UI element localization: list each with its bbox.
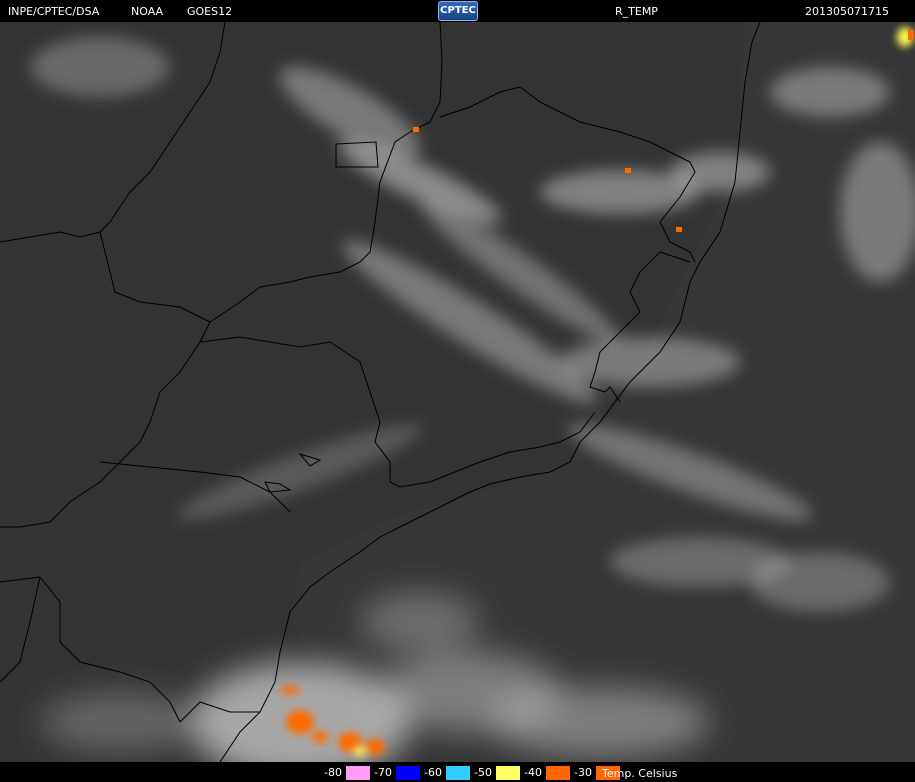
legend-swatch — [546, 766, 570, 780]
legend-swatch — [346, 766, 370, 780]
cptec-logo: CPTEC — [438, 1, 478, 21]
satellite-image — [0, 22, 915, 762]
legend-swatch — [446, 766, 470, 780]
legend-swatch — [396, 766, 420, 780]
legend-label: -80 — [320, 766, 346, 780]
header-bar: INPE/CPTEC/DSA NOAA GOES12 CPTEC R_TEMP … — [0, 0, 915, 22]
legend-label: -60 — [420, 766, 446, 780]
legend-label: -40 — [520, 766, 546, 780]
legend-swatch — [496, 766, 520, 780]
legend-title: Temp. Celsius — [602, 767, 678, 780]
timestamp-label: 201305071715 — [805, 5, 889, 18]
temperature-legend: -80 -70 -60 -50 -40 -30 Temp. Celsius — [0, 762, 915, 782]
satellite-label: GOES12 — [187, 5, 233, 18]
product-label: R_TEMP — [615, 5, 658, 18]
agency-label: NOAA — [131, 5, 164, 18]
source-label: INPE/CPTEC/DSA — [8, 5, 100, 18]
legend-label: -30 — [570, 766, 596, 780]
legend-label: -70 — [370, 766, 396, 780]
legend-label: -50 — [470, 766, 496, 780]
